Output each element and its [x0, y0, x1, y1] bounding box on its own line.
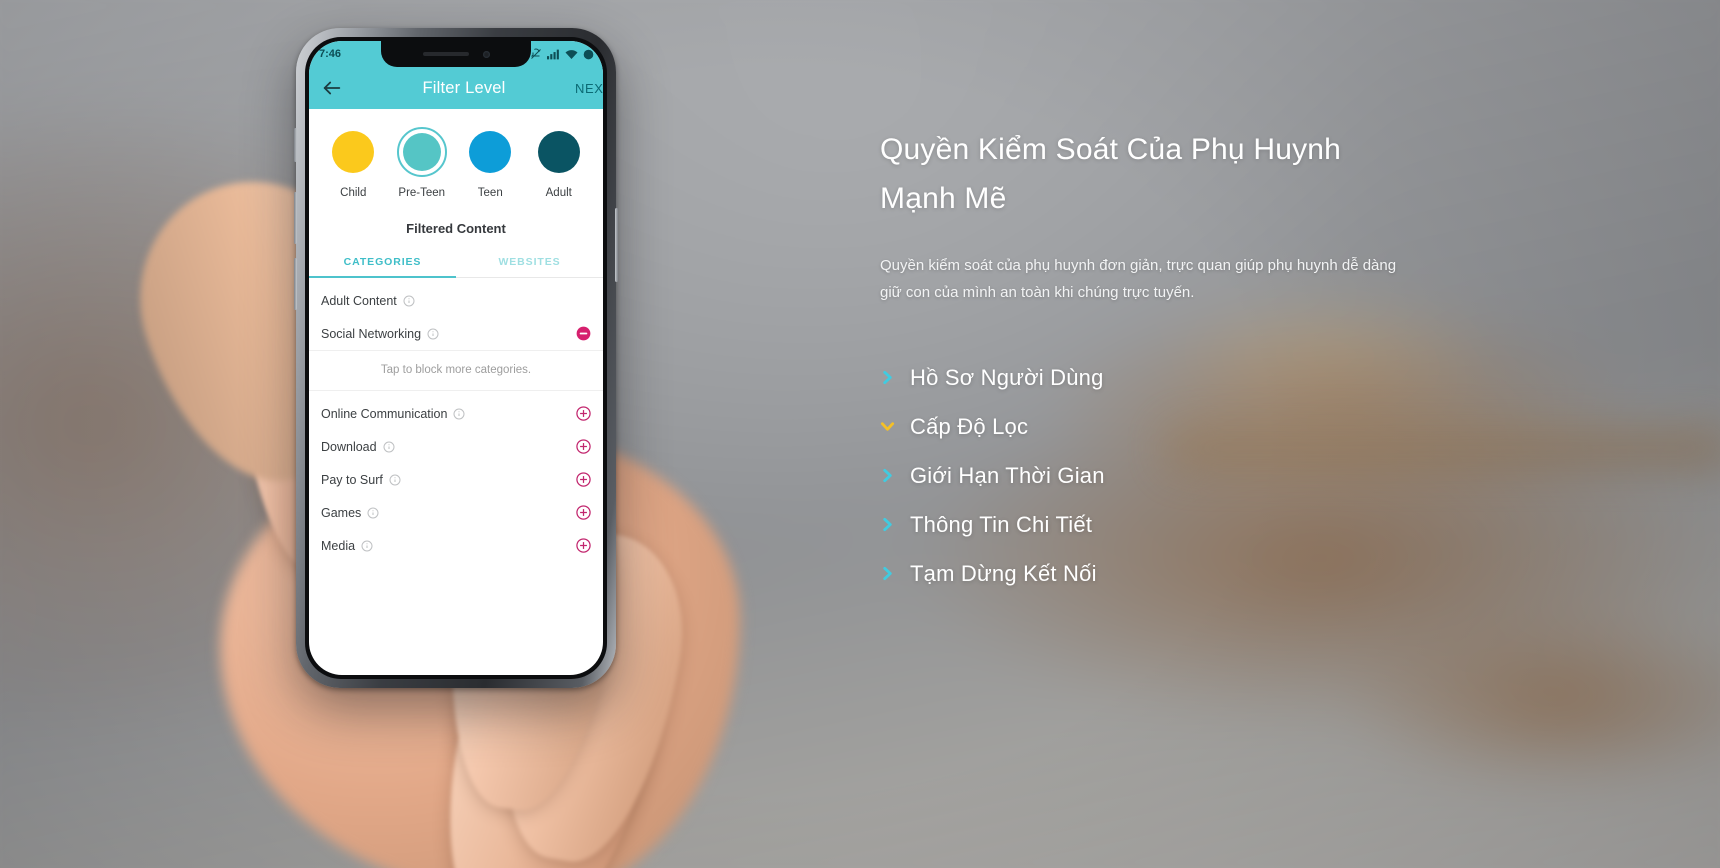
category-name: Games [321, 505, 362, 520]
category-name: Social Networking [321, 326, 422, 341]
table-row[interactable]: Online Communication [309, 397, 603, 430]
hint-band: Tap to block more categories. [309, 350, 603, 391]
content-tabs: CATEGORIES WEBSITES [309, 248, 603, 278]
battery-icon [583, 49, 594, 59]
list-item[interactable]: Cấp Độ Lọc [880, 414, 1580, 440]
tap-to-block-hint: Tap to block more categories. [309, 351, 603, 390]
smartphone-device: 7:46 Filter Level NEX Child Pre-Teen Tee… [294, 28, 618, 688]
feature-label: Hồ Sơ Người Dùng [910, 364, 1104, 390]
volume-down-button[interactable] [294, 258, 297, 310]
phone-bezel: 7:46 Filter Level NEX Child Pre-Teen Tee… [305, 37, 607, 679]
color-dot-wrap [534, 127, 584, 177]
category-name: Download [321, 439, 377, 454]
signal-icon [547, 49, 559, 59]
tab-categories[interactable]: CATEGORIES [309, 248, 456, 278]
plus-circle-icon[interactable] [576, 505, 591, 520]
filter-level-label: Child [340, 187, 367, 199]
filter-level-child[interactable]: Child [328, 127, 378, 199]
color-dot-wrap [328, 127, 378, 177]
category-name: Media [321, 538, 356, 553]
minus-circle-icon[interactable] [576, 326, 591, 341]
plus-circle-icon[interactable] [576, 439, 591, 454]
plus-circle-icon[interactable] [576, 538, 591, 553]
feature-label: Tạm Dừng Kết Nối [910, 560, 1097, 586]
table-row[interactable]: Social Networking [309, 317, 603, 350]
table-row[interactable]: Download [309, 430, 603, 463]
blocked-category-list: Adult Content Social Networking [309, 284, 603, 350]
filter-level-label: Pre-Teen [398, 187, 446, 199]
page-title: Filter Level [422, 78, 506, 97]
category-name: Online Communication [321, 406, 448, 421]
phone-screen: 7:46 Filter Level NEX Child Pre-Teen Tee… [309, 41, 603, 675]
display-notch [381, 41, 531, 67]
power-button[interactable] [615, 208, 618, 282]
table-row[interactable]: Pay to Surf [309, 463, 603, 496]
list-item[interactable]: Giới Hạn Thời Gian [880, 463, 1580, 489]
row-label-group: Adult Content [321, 294, 415, 308]
table-row[interactable]: Media [309, 529, 603, 562]
volume-up-button[interactable] [294, 192, 297, 244]
row-label-group: Social Networking [321, 327, 439, 341]
row-label-group: Games [321, 506, 379, 520]
teen-color-dot [469, 131, 512, 173]
chevron-down-icon [880, 422, 895, 431]
chevron-right-icon [883, 371, 892, 385]
available-category-list: Online Communication Download Pay to Sur… [309, 391, 603, 562]
info-icon[interactable] [453, 408, 465, 420]
category-name: Adult Content [321, 293, 397, 308]
feature-label: Thông Tin Chi Tiết [910, 511, 1093, 537]
row-label-group: Download [321, 440, 395, 454]
filter-level-label: Teen [477, 187, 503, 199]
list-item[interactable]: Tạm Dừng Kết Nối [880, 561, 1580, 587]
adult-color-dot [537, 131, 580, 173]
table-row[interactable]: Adult Content [309, 284, 603, 317]
filtered-content-heading: Filtered Content [406, 221, 506, 236]
tab-websites[interactable]: WEBSITES [456, 248, 603, 277]
feature-label: Giới Hạn Thời Gian [910, 462, 1105, 488]
info-icon[interactable] [367, 507, 379, 519]
next-button[interactable]: NEXT [575, 81, 603, 96]
app-bar: Filter Level NEXT [309, 67, 603, 109]
filter-level-preteen[interactable]: Pre-Teen [396, 127, 447, 199]
list-item[interactable]: Hồ Sơ Người Dùng [880, 365, 1580, 391]
filter-level-adult[interactable]: Adult [534, 127, 584, 199]
info-icon[interactable] [383, 441, 395, 453]
filter-level-teen[interactable]: Teen [465, 127, 515, 199]
category-name: Pay to Surf [321, 472, 383, 487]
row-label-group: Online Communication [321, 407, 465, 421]
plus-circle-icon[interactable] [576, 472, 591, 487]
wifi-icon [565, 49, 578, 59]
row-label-group: Media [321, 539, 373, 553]
filter-level-label: Adult [545, 187, 572, 199]
marketing-content: Quyền Kiểm Soát Của Phụ Huynh Mạnh Mẽ Qu… [880, 126, 1580, 587]
feature-list: Hồ Sơ Người Dùng Cấp Độ Lọc Giới Hạn Thờ… [880, 365, 1580, 587]
row-label-group: Pay to Surf [321, 473, 401, 487]
chevron-right-icon [883, 469, 892, 483]
info-icon[interactable] [361, 540, 373, 552]
info-icon[interactable] [403, 295, 415, 307]
mute-switch[interactable] [294, 128, 297, 162]
info-icon[interactable] [389, 474, 401, 486]
status-icons [530, 48, 594, 60]
selection-ring-icon [396, 127, 447, 177]
chevron-right-icon [883, 518, 892, 532]
color-dot-wrap [465, 127, 515, 177]
earpiece-speaker [422, 52, 469, 56]
bell-off-icon [530, 48, 541, 59]
info-icon[interactable] [427, 328, 439, 340]
color-dot-wrap-selected [396, 127, 447, 177]
feature-label: Cấp Độ Lọc [910, 413, 1029, 439]
status-time: 7:46 [319, 48, 342, 60]
table-row[interactable]: Games [309, 496, 603, 529]
chevron-right-icon [883, 567, 892, 581]
front-camera-icon [482, 50, 490, 58]
marketing-paragraph: Quyền kiểm soát của phụ huynh đơn giản, … [880, 257, 1397, 301]
page-root: 7:46 Filter Level NEX Child Pre-Teen Tee… [0, 0, 1720, 868]
plus-circle-icon[interactable] [576, 406, 591, 421]
marketing-headline: Quyền Kiểm Soát Của Phụ Huynh Mạnh Mẽ [880, 133, 1342, 215]
filter-level-selector: Child Pre-Teen Teen Adult [309, 109, 603, 207]
list-item[interactable]: Thông Tin Chi Tiết [880, 512, 1580, 538]
child-color-dot [332, 131, 375, 173]
